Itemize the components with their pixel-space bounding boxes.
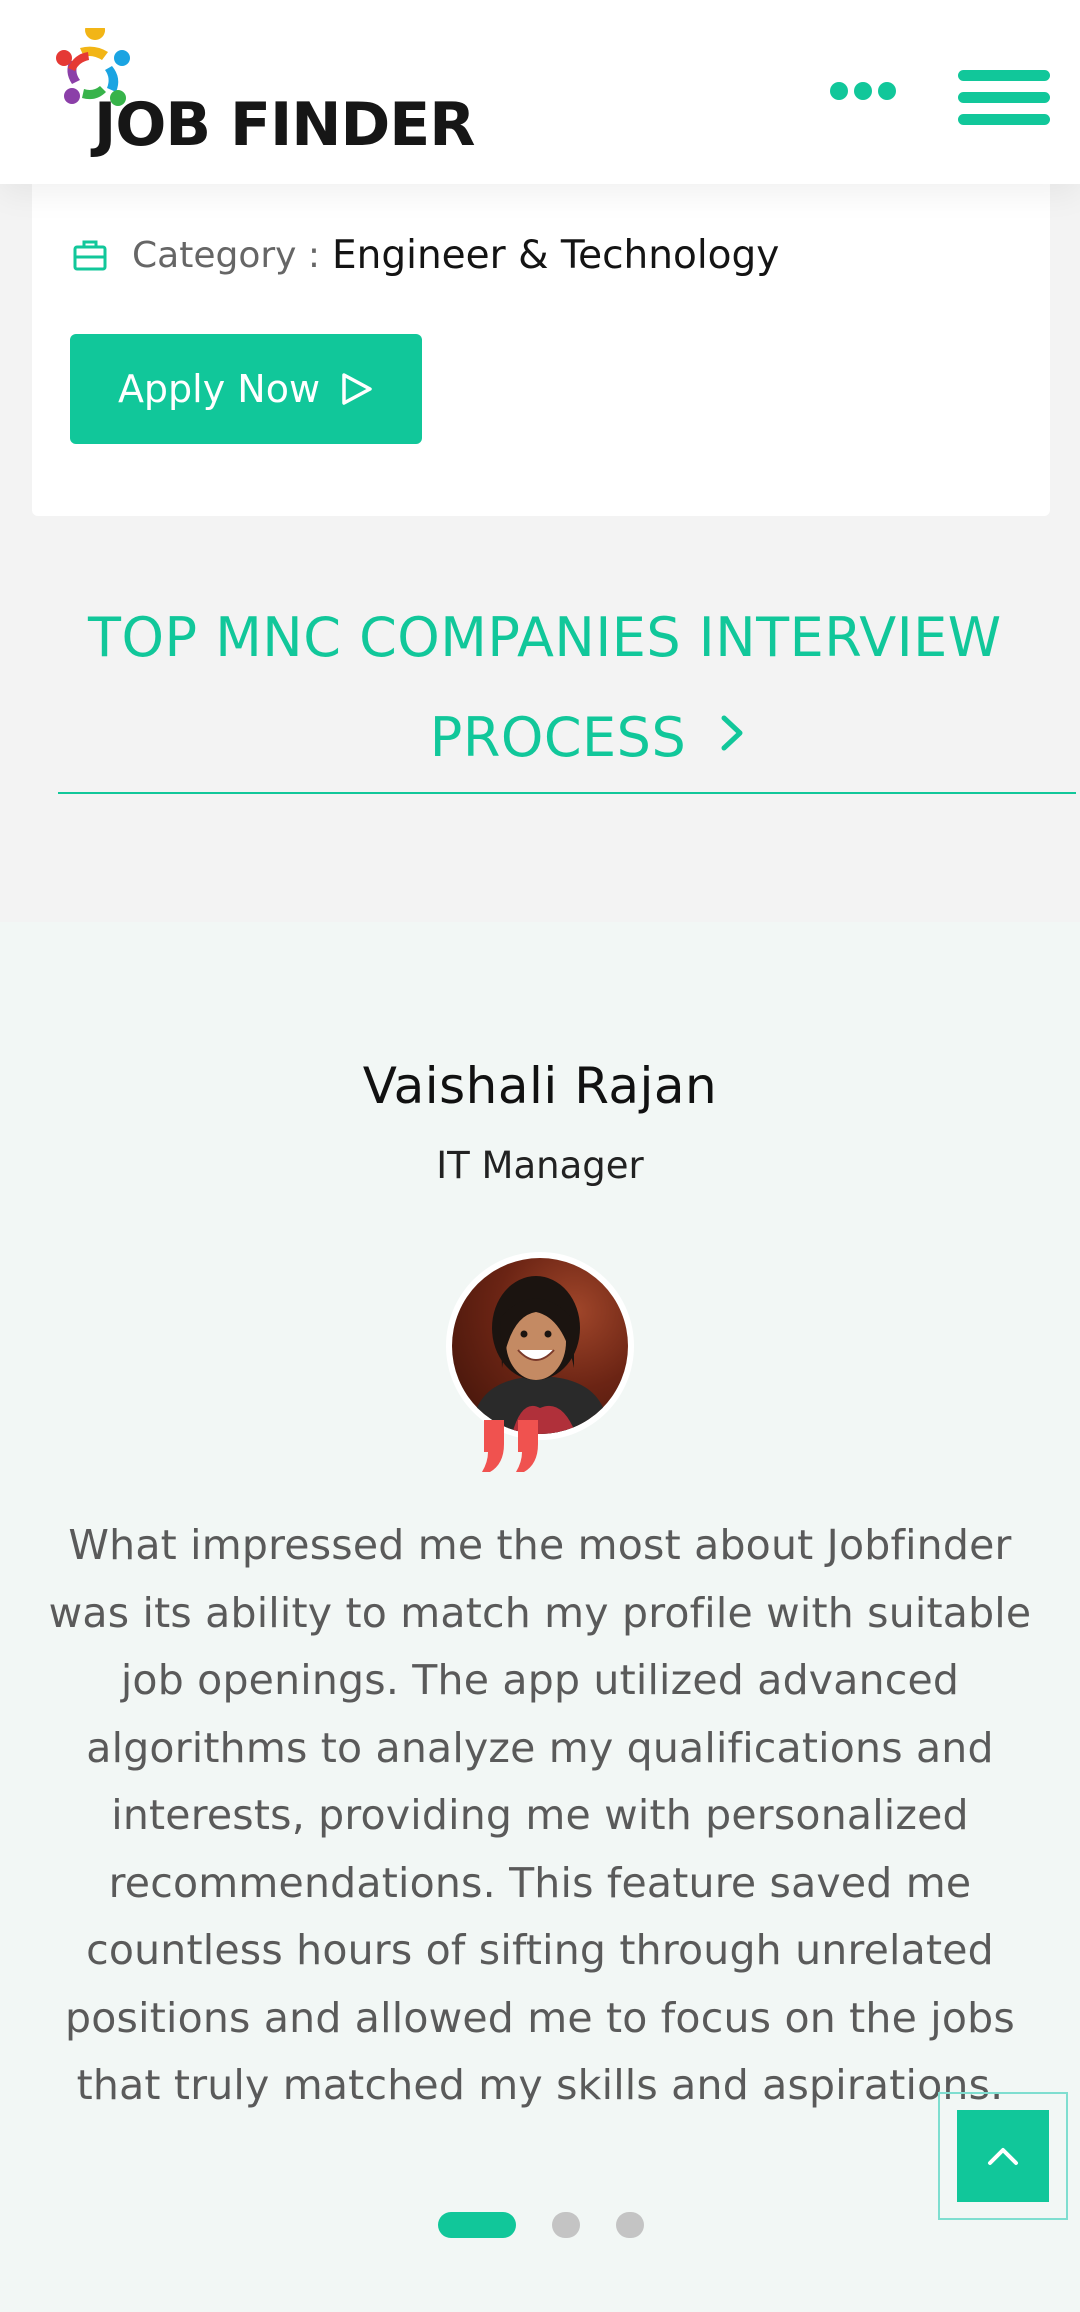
pagination-dot-3[interactable] [616, 2212, 644, 2238]
play-outline-icon [342, 373, 372, 405]
mnc-title-line1: TOP MNC COMPANIES INTERVIEW [88, 606, 1002, 669]
avatar-photo [452, 1258, 628, 1434]
apply-now-button[interactable]: Apply Now [70, 334, 422, 444]
category-value: Engineer & Technology [332, 232, 780, 278]
pagination-dot-1[interactable] [438, 2212, 516, 2238]
category-row: Category : Engineer & Technology [72, 230, 779, 280]
site-header: JOB FINDER [0, 0, 1080, 184]
briefcase-icon [73, 240, 107, 271]
chevron-right-icon [721, 715, 743, 751]
person-portrait-icon [472, 1276, 608, 1434]
site-logo[interactable]: JOB FINDER [50, 28, 475, 160]
avatar [446, 1252, 634, 1440]
quote-icon [482, 1420, 538, 1472]
testimonial-text: What impressed me the most about Jobfind… [48, 1521, 1032, 2109]
mnc-title-line2-text: PROCESS [429, 706, 687, 769]
job-card: Category : Engineer & Technology Apply N… [32, 160, 1050, 516]
testimonial-role: IT Manager [436, 1144, 644, 1187]
testimonial-name: Vaishali Rajan [362, 1057, 718, 1115]
mnc-interview-process-link[interactable]: TOP MNC COMPANIES INTERVIEW PROCESS [58, 590, 1076, 794]
three-dots-icon[interactable] [830, 82, 896, 102]
pagination-dot-2[interactable] [552, 2212, 580, 2238]
scroll-to-top-button[interactable] [957, 2110, 1049, 2202]
category-label: Category : [132, 234, 321, 276]
mnc-title-line2: PROCESS [58, 706, 1080, 769]
testimonial-section: Vaishali Rajan IT Manager What impressed… [0, 922, 1080, 2312]
hamburger-menu-icon[interactable] [958, 70, 1050, 126]
apply-now-label: Apply Now [117, 367, 321, 411]
chevron-up-icon [988, 2148, 1018, 2165]
brand-name: JOB FINDER [94, 90, 475, 160]
